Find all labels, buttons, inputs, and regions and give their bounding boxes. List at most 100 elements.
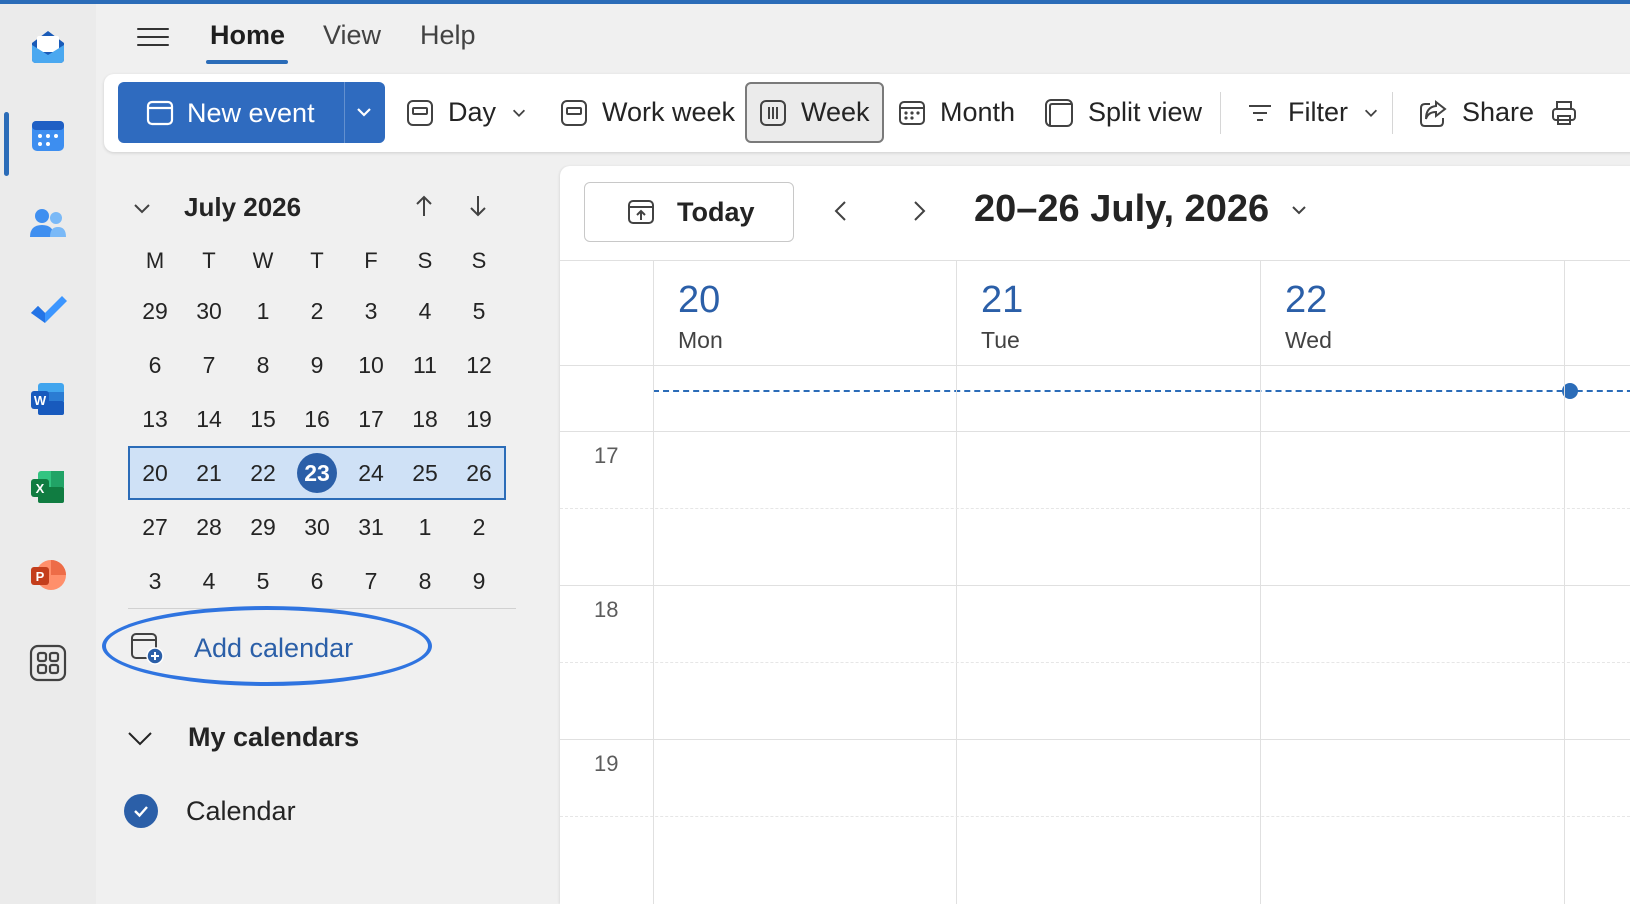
filter-icon bbox=[1249, 104, 1271, 121]
mini-calendar-day[interactable]: 2 bbox=[290, 298, 344, 325]
mini-calendar-day[interactable]: 18 bbox=[398, 406, 452, 433]
mini-calendar-day[interactable]: 2 bbox=[452, 514, 506, 541]
time-slot-column-mon[interactable] bbox=[654, 432, 956, 904]
print-button[interactable] bbox=[1550, 82, 1592, 143]
day-view-button[interactable]: Day bbox=[406, 82, 528, 143]
mini-calendar-today[interactable]: 23 bbox=[290, 453, 344, 493]
day-number: 22 bbox=[1285, 279, 1328, 321]
week-view-icon bbox=[760, 99, 786, 126]
new-event-button[interactable]: New event bbox=[118, 82, 385, 143]
work-week-label: Work week bbox=[602, 97, 736, 127]
chevron-down-icon[interactable] bbox=[130, 196, 154, 220]
weekday-label: S bbox=[417, 248, 433, 273]
chevron-down-icon bbox=[1292, 205, 1306, 214]
mini-calendar-day[interactable]: 28 bbox=[182, 514, 236, 541]
date-range-title: 20–26 July, 2026 bbox=[974, 188, 1270, 230]
excel-app-icon[interactable]: X bbox=[23, 462, 73, 512]
calendar-list-item[interactable]: Calendar bbox=[124, 794, 296, 828]
mini-calendar-day[interactable]: 17 bbox=[344, 406, 398, 433]
chevron-down-icon bbox=[128, 731, 152, 745]
time-slot-column-wed[interactable] bbox=[1261, 432, 1564, 904]
todo-app-icon[interactable] bbox=[23, 286, 73, 336]
day-header-wed[interactable]: 22 Wed bbox=[1260, 261, 1564, 365]
mail-app-icon[interactable] bbox=[23, 22, 73, 72]
month-view-button[interactable]: Month bbox=[898, 82, 1015, 143]
add-calendar-icon bbox=[131, 633, 164, 665]
people-app-icon[interactable] bbox=[23, 198, 73, 248]
mini-calendar-day[interactable]: 22 bbox=[236, 460, 290, 487]
arrow-up-icon[interactable] bbox=[410, 192, 438, 220]
day-header-tue[interactable]: 21 Tue bbox=[956, 261, 1260, 365]
hamburger-menu-icon[interactable] bbox=[136, 22, 170, 52]
day-number: 20 bbox=[678, 279, 721, 321]
chevron-left-icon[interactable] bbox=[830, 198, 852, 224]
checkmark-icon[interactable] bbox=[124, 794, 158, 828]
mini-calendar-day[interactable]: 24 bbox=[344, 460, 398, 487]
mini-calendar-day[interactable]: 8 bbox=[236, 352, 290, 379]
my-calendars-toggle[interactable]: My calendars bbox=[126, 722, 359, 753]
mini-calendar-day[interactable]: 6 bbox=[290, 568, 344, 595]
ribbon-toolbar: New event Day Work week Week Month Split… bbox=[104, 74, 1630, 152]
mini-calendar-day[interactable]: 3 bbox=[128, 568, 182, 595]
mini-calendar-day[interactable]: 5 bbox=[236, 568, 290, 595]
more-apps-icon[interactable] bbox=[23, 638, 73, 688]
add-calendar-button[interactable]: Add calendar bbox=[130, 628, 353, 668]
mini-calendar-day[interactable]: 7 bbox=[182, 352, 236, 379]
mini-calendar-day[interactable]: 1 bbox=[236, 298, 290, 325]
mini-calendar-day[interactable]: 8 bbox=[398, 568, 452, 595]
time-slot-column-tue[interactable] bbox=[957, 432, 1260, 904]
mini-calendar-day[interactable]: 26 bbox=[452, 460, 506, 487]
work-week-view-button[interactable]: Work week bbox=[560, 82, 735, 143]
mini-calendar-day[interactable]: 31 bbox=[344, 514, 398, 541]
mini-calendar-day[interactable]: 19 bbox=[452, 406, 506, 433]
mini-calendar-day[interactable]: 16 bbox=[290, 406, 344, 433]
ribbon-divider bbox=[1392, 92, 1393, 134]
mini-calendar-day[interactable]: 1 bbox=[398, 514, 452, 541]
tab-help[interactable]: Help bbox=[420, 20, 476, 51]
mini-calendar-day[interactable]: 7 bbox=[344, 568, 398, 595]
mini-calendar-day[interactable]: 29 bbox=[236, 514, 290, 541]
word-app-icon[interactable]: W bbox=[23, 374, 73, 424]
mini-calendar-day[interactable]: 25 bbox=[398, 460, 452, 487]
split-view-button[interactable]: Split view bbox=[1044, 82, 1202, 143]
today-button[interactable]: Today bbox=[584, 182, 794, 242]
day-header-mon[interactable]: 20 Mon bbox=[653, 261, 956, 365]
mini-calendar-day[interactable]: 15 bbox=[236, 406, 290, 433]
mini-calendar-day[interactable]: 5 bbox=[452, 298, 506, 325]
weekday-label: M bbox=[145, 248, 165, 273]
day-view-label: Day bbox=[448, 97, 497, 127]
mini-calendar-day[interactable]: 29 bbox=[128, 298, 182, 325]
hour-label: 17 bbox=[594, 443, 619, 468]
mini-calendar-day[interactable]: 13 bbox=[128, 406, 182, 433]
week-view-button[interactable]: Week bbox=[745, 82, 884, 143]
filter-button[interactable]: Filter bbox=[1246, 82, 1380, 143]
filter-label: Filter bbox=[1288, 97, 1348, 127]
mini-calendar-day[interactable]: 30 bbox=[182, 298, 236, 325]
mini-calendar-day[interactable]: 20 bbox=[128, 460, 182, 487]
arrow-down-icon[interactable] bbox=[464, 192, 492, 220]
date-range-picker[interactable]: 20–26 July, 2026 bbox=[974, 188, 1309, 231]
share-button[interactable]: Share bbox=[1418, 82, 1534, 143]
chevron-right-icon[interactable] bbox=[908, 198, 930, 224]
mini-calendar-day[interactable]: 4 bbox=[182, 568, 236, 595]
mini-calendar-day[interactable]: 9 bbox=[452, 568, 506, 595]
mini-calendar-day[interactable]: 14 bbox=[182, 406, 236, 433]
tab-view[interactable]: View bbox=[323, 20, 381, 51]
mini-calendar-day[interactable]: 27 bbox=[128, 514, 182, 541]
mini-calendar-day[interactable]: 6 bbox=[128, 352, 182, 379]
chevron-down-icon[interactable] bbox=[354, 102, 374, 122]
tab-home[interactable]: Home bbox=[210, 20, 285, 51]
week-view-label: Week bbox=[801, 97, 870, 127]
calendar-app-icon[interactable] bbox=[23, 110, 73, 160]
chevron-down-icon[interactable] bbox=[1362, 104, 1380, 122]
mini-calendar-day[interactable]: 11 bbox=[398, 352, 452, 379]
mini-calendar-day[interactable]: 21 bbox=[182, 460, 236, 487]
mini-calendar-day[interactable]: 9 bbox=[290, 352, 344, 379]
powerpoint-app-icon[interactable]: P bbox=[23, 550, 73, 600]
mini-calendar-day[interactable]: 12 bbox=[452, 352, 506, 379]
mini-calendar-day[interactable]: 3 bbox=[344, 298, 398, 325]
mini-calendar-day[interactable]: 30 bbox=[290, 514, 344, 541]
mini-calendar-day[interactable]: 10 bbox=[344, 352, 398, 379]
mini-calendar-day[interactable]: 4 bbox=[398, 298, 452, 325]
chevron-down-icon[interactable] bbox=[510, 104, 528, 122]
